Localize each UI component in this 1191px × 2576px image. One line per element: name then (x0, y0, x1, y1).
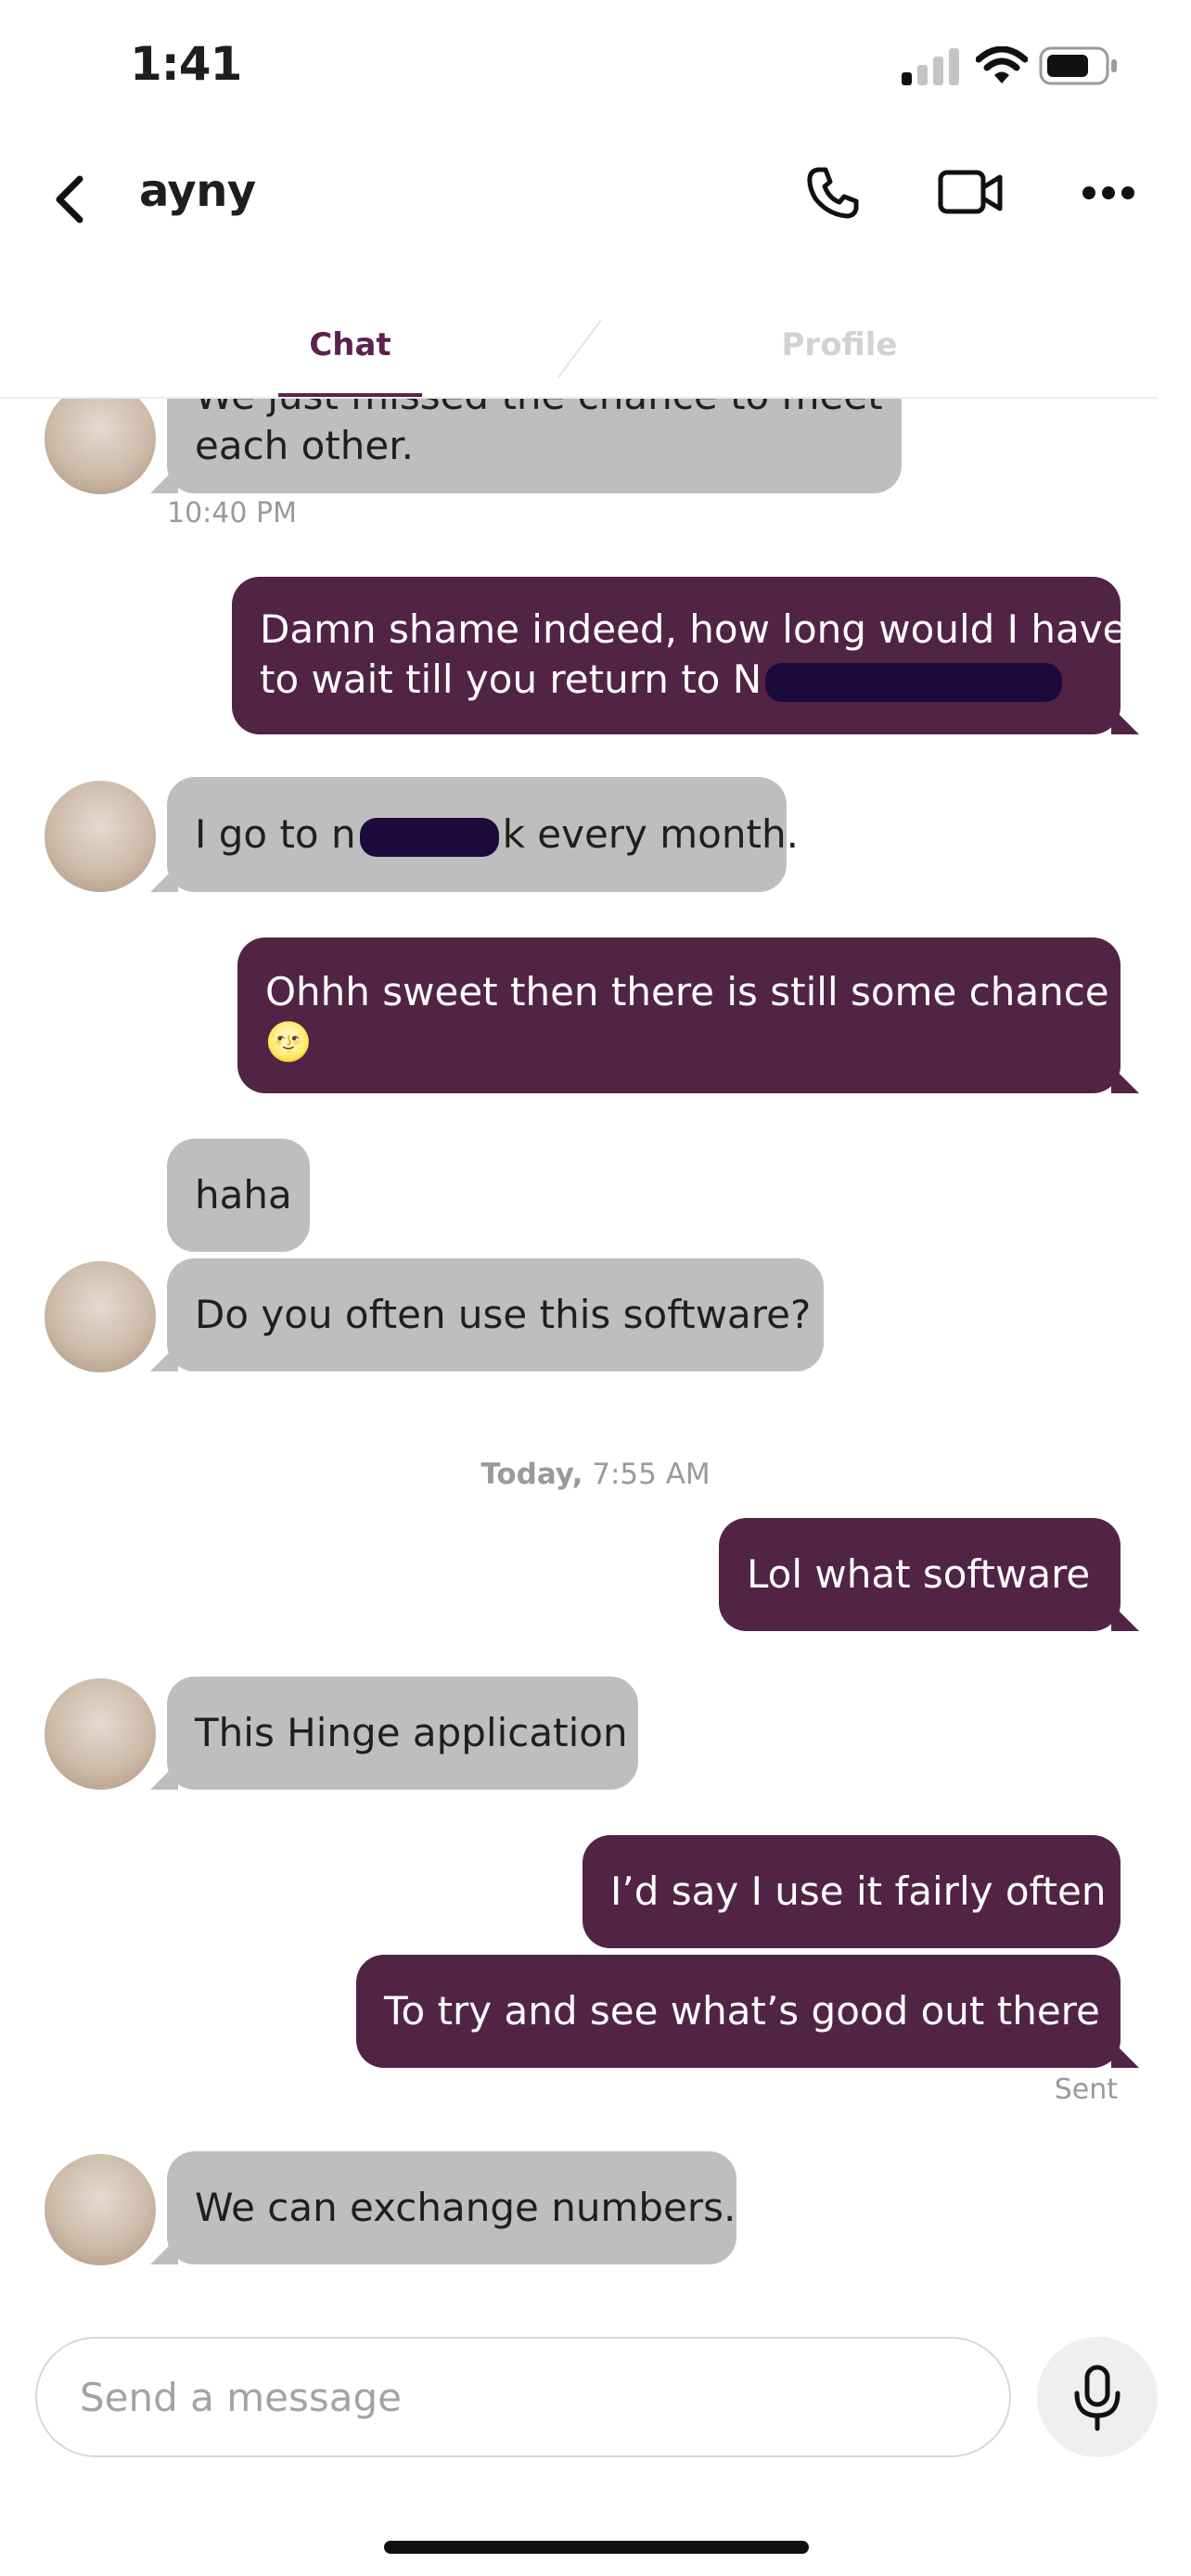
message-bubble-outgoing[interactable]: Ohhh sweet then there is still some chan… (237, 937, 1121, 1093)
avatar[interactable] (45, 1261, 156, 1372)
message-text-line: each other. (195, 423, 415, 468)
message-bubble-outgoing[interactable]: Lol what software (719, 1518, 1121, 1631)
message-text-line: Damn shame indeed, how long would I have (260, 606, 1127, 652)
avatar[interactable] (45, 399, 156, 494)
message-bubble-outgoing[interactable]: I’d say I use it fairly often (583, 1835, 1121, 1948)
bubble-tail (150, 2237, 178, 2264)
chat-partner-name[interactable]: ayny (139, 165, 256, 217)
message-text-line: to wait till you return to N (260, 655, 1093, 705)
message-text: I’d say I use it fairly often (610, 1868, 1107, 1914)
bubble-tail (1111, 2040, 1139, 2068)
microphone-icon (1074, 2365, 1121, 2431)
redaction-mark (765, 662, 1063, 702)
message-bubble-incoming[interactable]: We just missed the chance to meet each o… (167, 399, 902, 493)
bubble-tail (150, 864, 178, 892)
chevron-left-icon (56, 175, 83, 223)
tabs-bottom-border (0, 397, 1158, 399)
avatar[interactable] (45, 1678, 156, 1790)
message-text: Lol what software (747, 1551, 1091, 1597)
message-text: k every month. (502, 811, 799, 857)
date-separator-time: 7:55 AM (592, 1458, 711, 1491)
emoji: 🌝 (265, 1021, 312, 1064)
message-list[interactable]: We just missed the chance to meet each o… (0, 399, 1191, 2300)
message-bubble-outgoing[interactable]: Damn shame indeed, how long would I have… (232, 577, 1127, 734)
message-bubble-incoming[interactable]: We can exchange numbers. (167, 2151, 736, 2264)
avatar[interactable] (45, 2154, 156, 2265)
bubble-tail (150, 1762, 178, 1790)
message-bubble-incoming[interactable]: Do you often use this software? (167, 1258, 824, 1371)
bubble-tail (150, 465, 178, 493)
message-text: haha (195, 1172, 292, 1218)
bubble-tail (1111, 1065, 1139, 1093)
message-input[interactable] (35, 2337, 1011, 2457)
back-button[interactable] (46, 172, 93, 227)
battery-icon (1039, 46, 1117, 85)
more-dots-icon (1082, 186, 1134, 199)
microphone-button[interactable] (1037, 2337, 1158, 2457)
status-time: 1:41 (130, 37, 242, 91)
message-text-line: We just missed the chance to meet (195, 399, 883, 421)
bubble-tail (150, 1344, 178, 1371)
tab-profile[interactable]: Profile (765, 326, 914, 363)
message-text: I go to n (195, 811, 356, 857)
message-text: We can exchange numbers. (195, 2185, 736, 2230)
date-separator: Today, 7:55 AM (0, 1458, 1191, 1491)
message-text: Do you often use this software? (195, 1292, 812, 1337)
message-bubble-incoming[interactable]: This Hinge application (167, 1677, 638, 1790)
message-text: To try and see what’s good out there (384, 1988, 1100, 2034)
message-status: Sent (1054, 2073, 1118, 2106)
call-button[interactable] (805, 165, 861, 221)
message-bubble-incoming[interactable]: I go to n k every month. (167, 777, 799, 892)
bubble-tail (1111, 1603, 1139, 1631)
bubble-tail (1111, 707, 1139, 734)
video-camera-icon (938, 170, 1003, 214)
phone-icon (807, 167, 859, 219)
home-indicator (384, 2541, 809, 2554)
tab-chat[interactable]: Chat (278, 326, 422, 363)
message-text: This Hinge application (195, 1710, 628, 1755)
date-separator-day: Today, (480, 1458, 583, 1491)
tab-divider (557, 320, 602, 377)
message-text-line: Ohhh sweet then there is still some chan… (265, 969, 1109, 1014)
cellular-signal-icon (902, 48, 959, 85)
wifi-icon (976, 46, 1028, 83)
message-bubble-incoming[interactable]: haha (167, 1139, 310, 1252)
more-options-button[interactable] (1082, 182, 1135, 204)
avatar[interactable] (45, 781, 156, 892)
redaction-mark (359, 817, 499, 857)
message-bubble-outgoing[interactable]: To try and see what’s good out there (356, 1955, 1121, 2068)
message-timestamp: 10:40 PM (167, 497, 297, 529)
video-call-button[interactable] (937, 167, 1004, 219)
